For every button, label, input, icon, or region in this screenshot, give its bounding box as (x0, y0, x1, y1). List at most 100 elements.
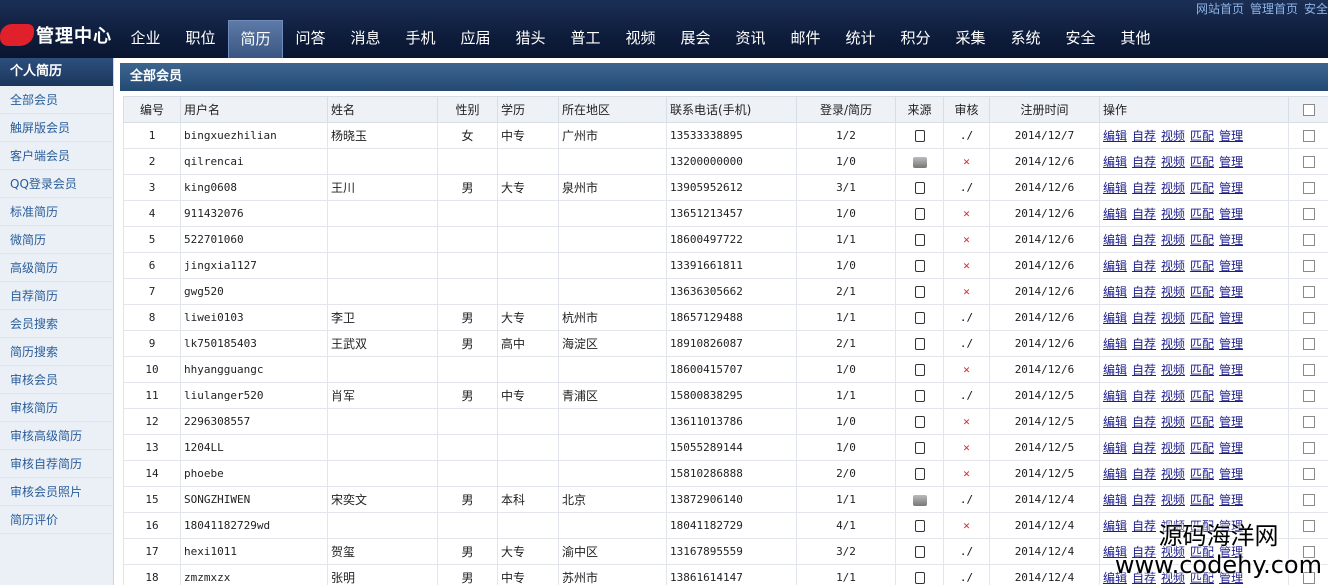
row-action-3[interactable]: 匹配 (1190, 493, 1214, 507)
sidebar-item-14[interactable]: 审核会员照片 (0, 478, 113, 506)
nav-item-16[interactable]: 系统 (998, 20, 1053, 58)
row-checkbox[interactable] (1302, 156, 1315, 168)
row-action-1[interactable]: 自荐 (1132, 207, 1156, 221)
row-checkbox[interactable] (1302, 208, 1315, 220)
row-action-1[interactable]: 自荐 (1132, 493, 1156, 507)
row-checkbox[interactable] (1302, 364, 1315, 376)
sidebar-item-11[interactable]: 审核简历 (0, 394, 113, 422)
row-action-3[interactable]: 匹配 (1190, 467, 1214, 481)
row-action-1[interactable]: 自荐 (1132, 389, 1156, 403)
row-action-3[interactable]: 匹配 (1190, 337, 1214, 351)
row-action-4[interactable]: 管理 (1219, 311, 1243, 325)
row-action-1[interactable]: 自荐 (1132, 441, 1156, 455)
row-checkbox[interactable] (1302, 338, 1315, 350)
row-action-2[interactable]: 视频 (1161, 259, 1185, 273)
row-checkbox[interactable] (1302, 442, 1315, 454)
row-action-1[interactable]: 自荐 (1132, 363, 1156, 377)
row-action-0[interactable]: 编辑 (1103, 493, 1127, 507)
row-action-0[interactable]: 编辑 (1103, 155, 1127, 169)
row-action-1[interactable]: 自荐 (1132, 415, 1156, 429)
row-action-0[interactable]: 编辑 (1103, 181, 1127, 195)
sidebar-item-8[interactable]: 会员搜索 (0, 310, 113, 338)
sidebar-item-5[interactable]: 微简历 (0, 226, 113, 254)
top-link-security[interactable]: 安全 (1304, 0, 1328, 16)
sidebar-item-6[interactable]: 高级简历 (0, 254, 113, 282)
row-action-2[interactable]: 视频 (1161, 311, 1185, 325)
nav-item-13[interactable]: 统计 (833, 20, 888, 58)
nav-item-4[interactable]: 消息 (338, 20, 393, 58)
row-action-3[interactable]: 匹配 (1190, 233, 1214, 247)
row-action-4[interactable]: 管理 (1219, 415, 1243, 429)
row-action-1[interactable]: 自荐 (1132, 467, 1156, 481)
row-action-3[interactable]: 匹配 (1190, 441, 1214, 455)
row-action-2[interactable]: 视频 (1161, 337, 1185, 351)
nav-item-8[interactable]: 普工 (558, 20, 613, 58)
row-action-4[interactable]: 管理 (1219, 285, 1243, 299)
row-action-4[interactable]: 管理 (1219, 389, 1243, 403)
nav-item-5[interactable]: 手机 (393, 20, 448, 58)
row-action-4[interactable]: 管理 (1219, 181, 1243, 195)
nav-item-1[interactable]: 职位 (173, 20, 228, 58)
row-action-1[interactable]: 自荐 (1132, 155, 1156, 169)
row-action-0[interactable]: 编辑 (1103, 467, 1127, 481)
row-action-2[interactable]: 视频 (1161, 207, 1185, 221)
select-all-checkbox[interactable] (1302, 104, 1315, 116)
row-checkbox[interactable] (1302, 286, 1315, 298)
row-action-4[interactable]: 管理 (1219, 467, 1243, 481)
row-action-0[interactable]: 编辑 (1103, 233, 1127, 247)
row-action-4[interactable]: 管理 (1219, 337, 1243, 351)
row-action-2[interactable]: 视频 (1161, 415, 1185, 429)
row-action-2[interactable]: 视频 (1161, 181, 1185, 195)
top-link-site-home[interactable]: 网站首页 (1196, 0, 1244, 16)
row-action-4[interactable]: 管理 (1219, 493, 1243, 507)
row-action-0[interactable]: 编辑 (1103, 415, 1127, 429)
sidebar-item-9[interactable]: 简历搜索 (0, 338, 113, 366)
sidebar-item-13[interactable]: 审核自荐简历 (0, 450, 113, 478)
nav-item-6[interactable]: 应届 (448, 20, 503, 58)
row-checkbox[interactable] (1302, 390, 1315, 402)
row-action-0[interactable]: 编辑 (1103, 285, 1127, 299)
nav-item-7[interactable]: 猎头 (503, 20, 558, 58)
row-action-3[interactable]: 匹配 (1190, 389, 1214, 403)
row-action-0[interactable]: 编辑 (1103, 259, 1127, 273)
row-action-4[interactable]: 管理 (1219, 259, 1243, 273)
nav-item-9[interactable]: 视频 (613, 20, 668, 58)
row-action-3[interactable]: 匹配 (1190, 155, 1214, 169)
row-action-2[interactable]: 视频 (1161, 233, 1185, 247)
row-checkbox[interactable] (1302, 416, 1315, 428)
row-action-1[interactable]: 自荐 (1132, 285, 1156, 299)
nav-item-18[interactable]: 其他 (1108, 20, 1163, 58)
row-action-0[interactable]: 编辑 (1103, 441, 1127, 455)
row-action-1[interactable]: 自荐 (1132, 233, 1156, 247)
row-action-2[interactable]: 视频 (1161, 467, 1185, 481)
row-action-2[interactable]: 视频 (1161, 363, 1185, 377)
row-action-1[interactable]: 自荐 (1132, 311, 1156, 325)
row-action-1[interactable]: 自荐 (1132, 337, 1156, 351)
sidebar-item-0[interactable]: 全部会员 (0, 86, 113, 114)
row-checkbox[interactable] (1302, 468, 1315, 480)
row-action-4[interactable]: 管理 (1219, 155, 1243, 169)
row-action-1[interactable]: 自荐 (1132, 129, 1156, 143)
row-action-3[interactable]: 匹配 (1190, 207, 1214, 221)
row-action-3[interactable]: 匹配 (1190, 181, 1214, 195)
row-action-4[interactable]: 管理 (1219, 129, 1243, 143)
row-action-1[interactable]: 自荐 (1132, 259, 1156, 273)
row-action-0[interactable]: 编辑 (1103, 363, 1127, 377)
sidebar-item-15[interactable]: 简历评价 (0, 506, 113, 534)
row-action-4[interactable]: 管理 (1219, 363, 1243, 377)
row-checkbox[interactable] (1302, 260, 1315, 272)
row-action-4[interactable]: 管理 (1219, 441, 1243, 455)
row-checkbox[interactable] (1302, 312, 1315, 324)
nav-item-14[interactable]: 积分 (888, 20, 943, 58)
row-checkbox[interactable] (1302, 130, 1315, 142)
nav-item-3[interactable]: 问答 (283, 20, 338, 58)
row-action-0[interactable]: 编辑 (1103, 389, 1127, 403)
row-action-2[interactable]: 视频 (1161, 155, 1185, 169)
row-action-3[interactable]: 匹配 (1190, 285, 1214, 299)
row-action-1[interactable]: 自荐 (1132, 181, 1156, 195)
sidebar-item-4[interactable]: 标准简历 (0, 198, 113, 226)
row-action-0[interactable]: 编辑 (1103, 311, 1127, 325)
sidebar-item-10[interactable]: 审核会员 (0, 366, 113, 394)
nav-item-11[interactable]: 资讯 (723, 20, 778, 58)
nav-item-10[interactable]: 展会 (668, 20, 723, 58)
